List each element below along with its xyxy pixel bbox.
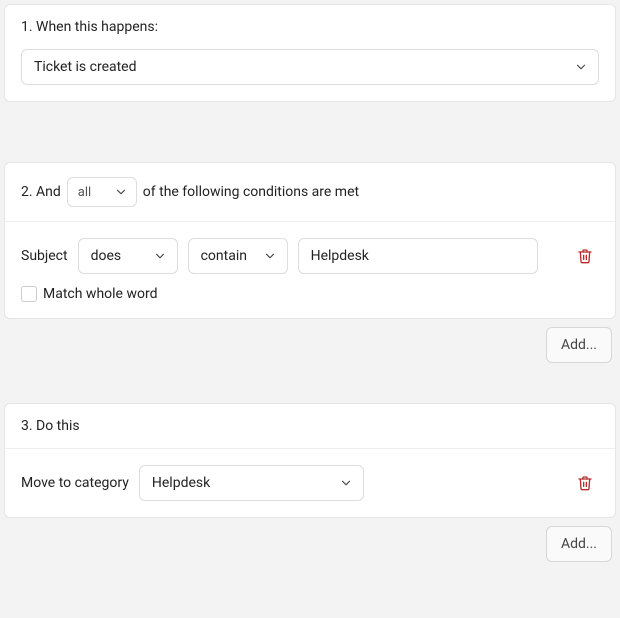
condition-op2-value: contain bbox=[201, 248, 247, 264]
match-mode-value: all bbox=[78, 185, 91, 200]
add-condition-label: Add... bbox=[561, 337, 597, 353]
add-action-button[interactable]: Add... bbox=[546, 526, 612, 562]
chevron-down-icon bbox=[153, 249, 167, 263]
step1-title: 1. When this happens: bbox=[5, 5, 615, 49]
condition-value-text: Helpdesk bbox=[311, 248, 369, 264]
delete-condition-button[interactable] bbox=[571, 242, 599, 270]
chevron-down-icon bbox=[339, 476, 353, 490]
add-condition-button[interactable]: Add... bbox=[546, 327, 612, 363]
step2-title: 2. And all of the following conditions a… bbox=[5, 163, 615, 221]
condition-op1-value: does bbox=[91, 248, 122, 264]
chevron-down-icon bbox=[574, 60, 588, 74]
trigger-select[interactable]: Ticket is created bbox=[21, 49, 599, 85]
add-action-label: Add... bbox=[561, 536, 597, 552]
step2-card: 2. And all of the following conditions a… bbox=[4, 162, 616, 319]
trigger-select-value: Ticket is created bbox=[34, 59, 137, 75]
condition-value-input[interactable]: Helpdesk bbox=[298, 238, 538, 274]
chevron-down-icon bbox=[263, 249, 277, 263]
step2-title-suffix: of the following conditions are met bbox=[143, 184, 359, 200]
action-label: Move to category bbox=[21, 475, 129, 491]
match-whole-word-label: Match whole word bbox=[43, 286, 157, 302]
action-row: Move to category Helpdesk bbox=[21, 465, 599, 501]
chevron-down-icon bbox=[114, 185, 128, 199]
match-whole-word-checkbox[interactable] bbox=[21, 286, 37, 302]
condition-op2-select[interactable]: contain bbox=[188, 238, 288, 274]
step3-title-text: 3. Do this bbox=[21, 418, 80, 434]
step1-card: 1. When this happens: Ticket is created bbox=[4, 4, 616, 102]
condition-op1-select[interactable]: does bbox=[78, 238, 178, 274]
match-mode-select[interactable]: all bbox=[67, 177, 137, 207]
step2-title-prefix: 2. And bbox=[21, 184, 61, 200]
condition-row: Subject does contain Helpdesk bbox=[21, 238, 599, 274]
action-value-text: Helpdesk bbox=[152, 475, 210, 491]
trash-icon bbox=[577, 247, 593, 265]
action-value-select[interactable]: Helpdesk bbox=[139, 465, 364, 501]
delete-action-button[interactable] bbox=[571, 469, 599, 497]
condition-field-label: Subject bbox=[21, 248, 68, 264]
step1-title-text: 1. When this happens: bbox=[21, 19, 158, 35]
match-whole-word-row: Match whole word bbox=[21, 286, 599, 302]
step3-title: 3. Do this bbox=[5, 404, 615, 448]
trash-icon bbox=[577, 474, 593, 492]
step3-card: 3. Do this Move to category Helpdesk bbox=[4, 403, 616, 518]
